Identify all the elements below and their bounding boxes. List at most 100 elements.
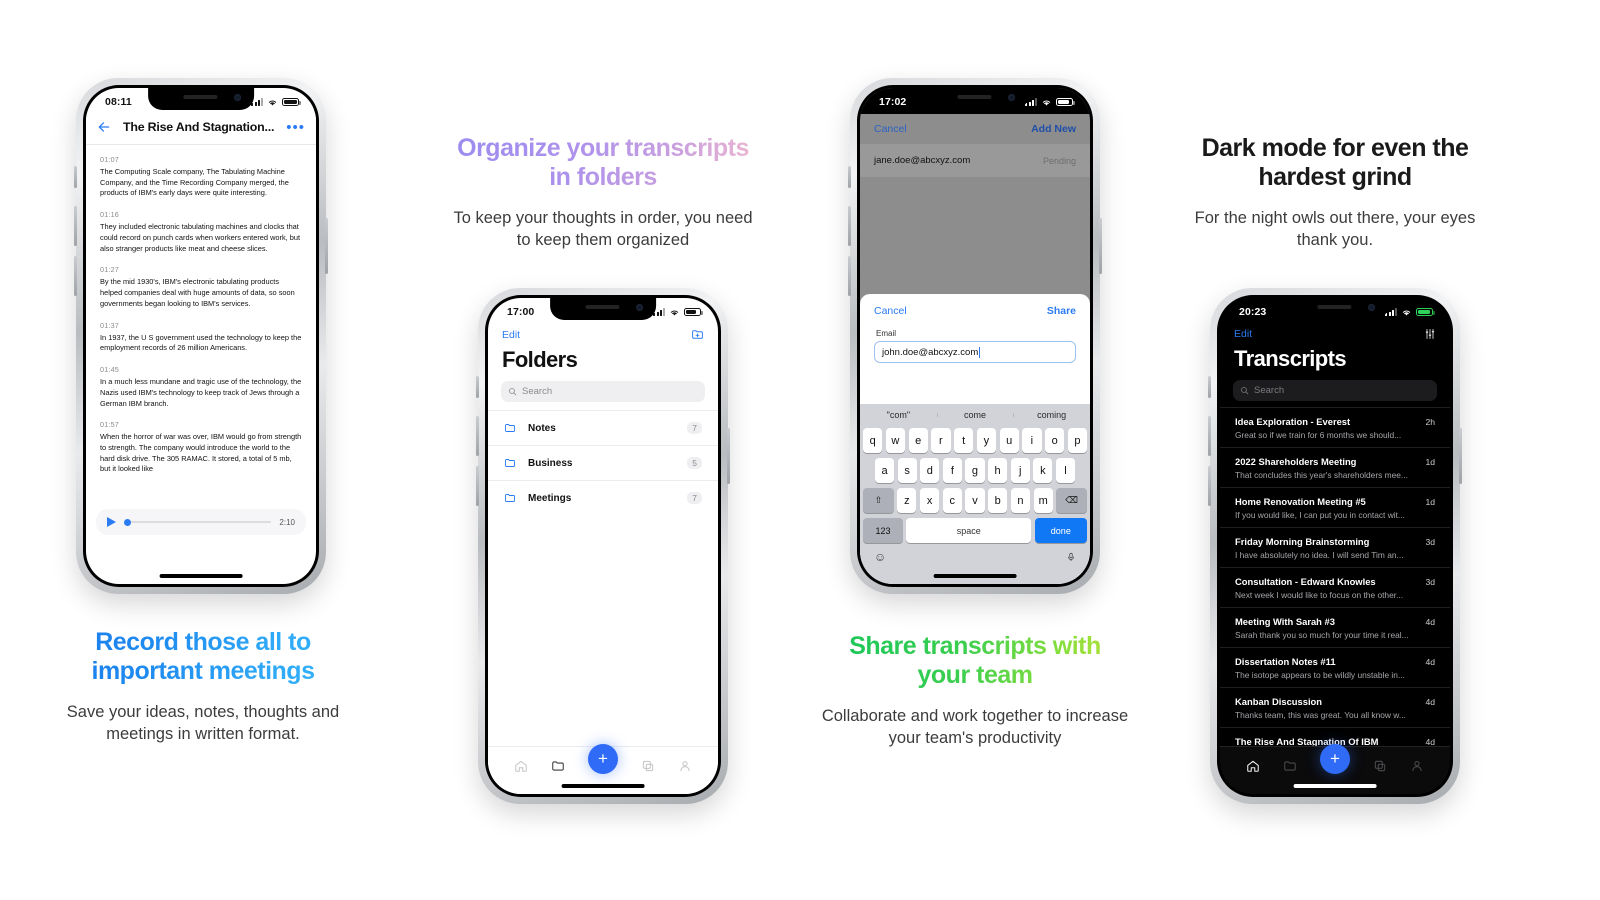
numbers-key[interactable]: 123 (863, 518, 903, 543)
volume-down-button[interactable] (74, 256, 77, 296)
copy-icon[interactable] (641, 759, 655, 773)
volume-down-button[interactable] (1208, 466, 1211, 506)
add-button[interactable]: + (1319, 743, 1350, 774)
power-button[interactable] (727, 428, 730, 484)
power-button[interactable] (325, 218, 328, 274)
volume-down-button[interactable] (476, 466, 479, 506)
sheet-share-button[interactable]: Share (1047, 305, 1076, 317)
segment-text: By the mid 1930's, IBM's electronic tabu… (100, 277, 295, 308)
key-l[interactable]: l (1055, 458, 1075, 483)
transcript-row[interactable]: Idea Exploration - Everest 2h Great so i… (1220, 407, 1450, 447)
volume-up-button[interactable] (1208, 416, 1211, 456)
back-arrow-icon[interactable] (97, 120, 111, 134)
key-c[interactable]: c (942, 488, 962, 513)
mute-switch[interactable] (1208, 376, 1211, 398)
progress-knob[interactable] (124, 518, 131, 526)
key-i[interactable]: i (1022, 428, 1042, 453)
folder-icon[interactable] (551, 759, 565, 773)
key-d[interactable]: d (920, 458, 940, 483)
transcript-row[interactable]: 2022 Shareholders Meeting 1d That conclu… (1220, 447, 1450, 487)
volume-up-button[interactable] (74, 206, 77, 246)
folder-row[interactable]: Meetings 7 (488, 480, 718, 515)
wifi-icon (1042, 99, 1051, 106)
key-r[interactable]: r (931, 428, 951, 453)
transcript-scroll-area[interactable]: 01:07 The Computing Scale company, The T… (86, 145, 316, 507)
profile-icon[interactable] (678, 759, 692, 773)
mute-switch[interactable] (74, 166, 77, 188)
folder-icon[interactable] (1283, 759, 1297, 773)
key-n[interactable]: n (1010, 488, 1031, 513)
cancel-button[interactable]: Cancel (874, 123, 907, 135)
key-s[interactable]: s (897, 458, 917, 483)
edit-button[interactable]: Edit (1234, 328, 1252, 340)
mute-switch[interactable] (848, 166, 851, 188)
transcript-row[interactable]: Meeting With Sarah #3 4d Sarah thank you… (1220, 607, 1450, 647)
mute-switch[interactable] (476, 376, 479, 398)
key-t[interactable]: t (954, 428, 974, 453)
suggestion-item[interactable]: coming (1013, 410, 1090, 420)
key-w[interactable]: w (885, 428, 905, 453)
key-b[interactable]: b (988, 488, 1008, 513)
shift-icon[interactable]: ⇧ (862, 488, 894, 513)
key-g[interactable]: g (965, 458, 985, 483)
edit-button[interactable]: Edit (502, 329, 520, 341)
suggestion-item[interactable]: come (936, 410, 1014, 420)
transcript-list[interactable]: Idea Exploration - Everest 2h Great so i… (1220, 407, 1450, 754)
copy-icon[interactable] (1373, 759, 1387, 773)
new-folder-icon[interactable] (691, 328, 704, 341)
key-y[interactable]: y (976, 428, 996, 453)
transcript-preview: The isotope appears to be wildly unstabl… (1235, 670, 1405, 680)
home-icon[interactable] (514, 759, 528, 773)
key-e[interactable]: e (908, 428, 928, 453)
add-icon: + (598, 748, 608, 768)
transcript-row[interactable]: Dissertation Notes #11 4d The isotope ap… (1220, 647, 1450, 687)
segment-text: In 1937, the U S government used the tec… (100, 332, 302, 353)
volume-down-button[interactable] (848, 256, 851, 296)
suggestion-item[interactable]: "com" (860, 410, 937, 420)
key-z[interactable]: z (897, 488, 917, 513)
recipient-row[interactable]: jane.doe@abcxyz.com Pending (860, 144, 1090, 177)
home-icon[interactable] (1246, 759, 1260, 773)
space-key[interactable]: space (906, 518, 1032, 543)
progress-slider[interactable] (124, 518, 272, 526)
key-k[interactable]: k (1033, 458, 1053, 483)
key-x[interactable]: x (919, 488, 940, 513)
play-icon[interactable] (107, 517, 116, 527)
delete-icon[interactable]: ⌫ (1056, 488, 1088, 513)
key-q[interactable]: q (863, 428, 883, 453)
done-key[interactable]: done (1034, 518, 1087, 543)
audio-player[interactable]: 2:10 (96, 509, 306, 535)
key-u[interactable]: u (999, 428, 1019, 453)
transcript-row[interactable]: Home Renovation Meeting #5 1d If you wou… (1220, 487, 1450, 527)
key-o[interactable]: o (1045, 428, 1065, 453)
folder-row[interactable]: Business 5 (488, 445, 718, 480)
search-input[interactable]: Search (501, 381, 705, 402)
add-button[interactable]: + (587, 743, 618, 774)
volume-up-button[interactable] (848, 206, 851, 246)
power-button[interactable] (1459, 428, 1462, 484)
power-button[interactable] (1099, 218, 1102, 274)
emoji-icon[interactable]: ☺ (874, 550, 886, 564)
transcript-segment: 01:57 When the horror of war was over, I… (100, 420, 302, 475)
transcript-row[interactable]: Friday Morning Brainstorming 3d I have a… (1220, 527, 1450, 567)
add-new-button[interactable]: Add New (1031, 123, 1076, 135)
key-a[interactable]: a (875, 458, 895, 483)
transcript-row[interactable]: Kanban Discussion 4d Thanks team, this w… (1220, 687, 1450, 727)
sheet-cancel-button[interactable]: Cancel (874, 305, 907, 317)
volume-up-button[interactable] (476, 416, 479, 456)
transcript-row[interactable]: Consultation - Edward Knowles 3d Next we… (1220, 567, 1450, 607)
profile-icon[interactable] (1410, 759, 1424, 773)
key-h[interactable]: h (988, 458, 1008, 483)
key-v[interactable]: v (965, 488, 985, 513)
email-field[interactable]: john.doe@abcxyz.com (874, 341, 1076, 363)
key-j[interactable]: j (1010, 458, 1030, 483)
more-options-icon[interactable]: ••• (286, 120, 305, 135)
key-f[interactable]: f (942, 458, 962, 483)
key-m[interactable]: m (1033, 488, 1053, 513)
search-input[interactable]: Search (1233, 380, 1437, 401)
key-p[interactable]: p (1067, 428, 1087, 453)
microphone-icon[interactable] (1066, 551, 1076, 563)
segment-timestamp: 01:45 (100, 365, 119, 375)
folder-row[interactable]: Notes 7 (488, 410, 718, 445)
filter-sliders-icon[interactable] (1424, 328, 1436, 340)
